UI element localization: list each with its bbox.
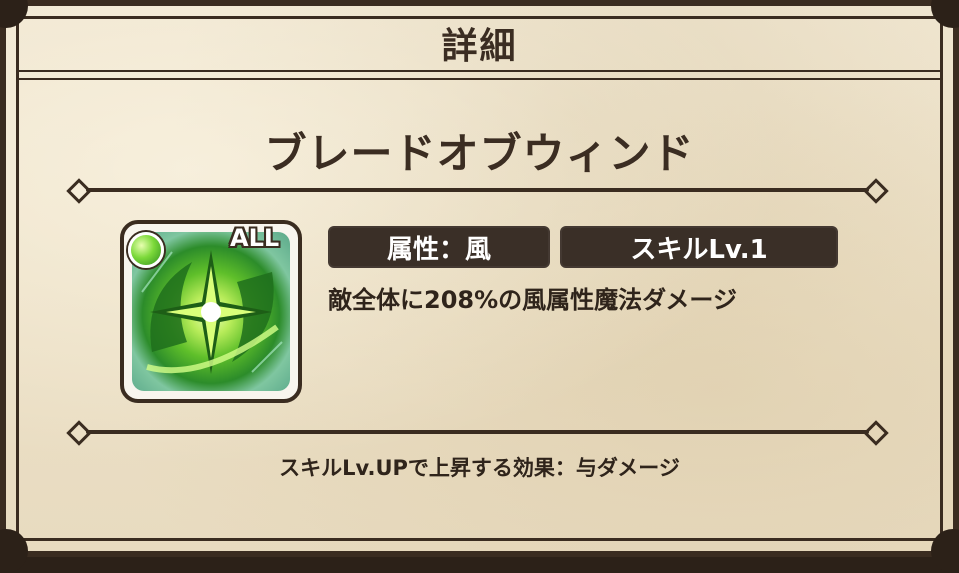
diamond-ornament-icon <box>66 420 92 446</box>
divider-line <box>86 430 869 434</box>
frame-corner <box>931 529 959 573</box>
diamond-ornament-icon <box>66 178 92 204</box>
target-all-badge: ALL <box>230 224 280 252</box>
dialog-title: 詳細 <box>441 26 518 67</box>
dialog-header: 詳細 <box>16 13 943 73</box>
diamond-ornament-icon <box>863 178 889 204</box>
attribute-label: 属性：風 <box>386 234 491 265</box>
attribute-pill: 属性：風 <box>328 226 550 268</box>
skill-level-label: スキルLv.1 <box>630 234 768 265</box>
ornament-divider-bottom <box>66 420 889 446</box>
skill-description: 敵全体に208%の風属性魔法ダメージ <box>328 286 737 314</box>
divider-line <box>86 188 869 192</box>
diamond-ornament-icon <box>863 420 889 446</box>
ornament-divider-top <box>66 178 889 204</box>
header-divider <box>16 70 943 80</box>
element-orb-icon <box>128 232 164 268</box>
skill-name: ブレードオブウィンド <box>264 129 695 178</box>
level-up-effect-text: スキルLv.UPで上昇する効果：与ダメージ <box>279 456 680 480</box>
frame-corner <box>0 529 28 573</box>
skill-level-pill: スキルLv.1 <box>560 226 838 268</box>
